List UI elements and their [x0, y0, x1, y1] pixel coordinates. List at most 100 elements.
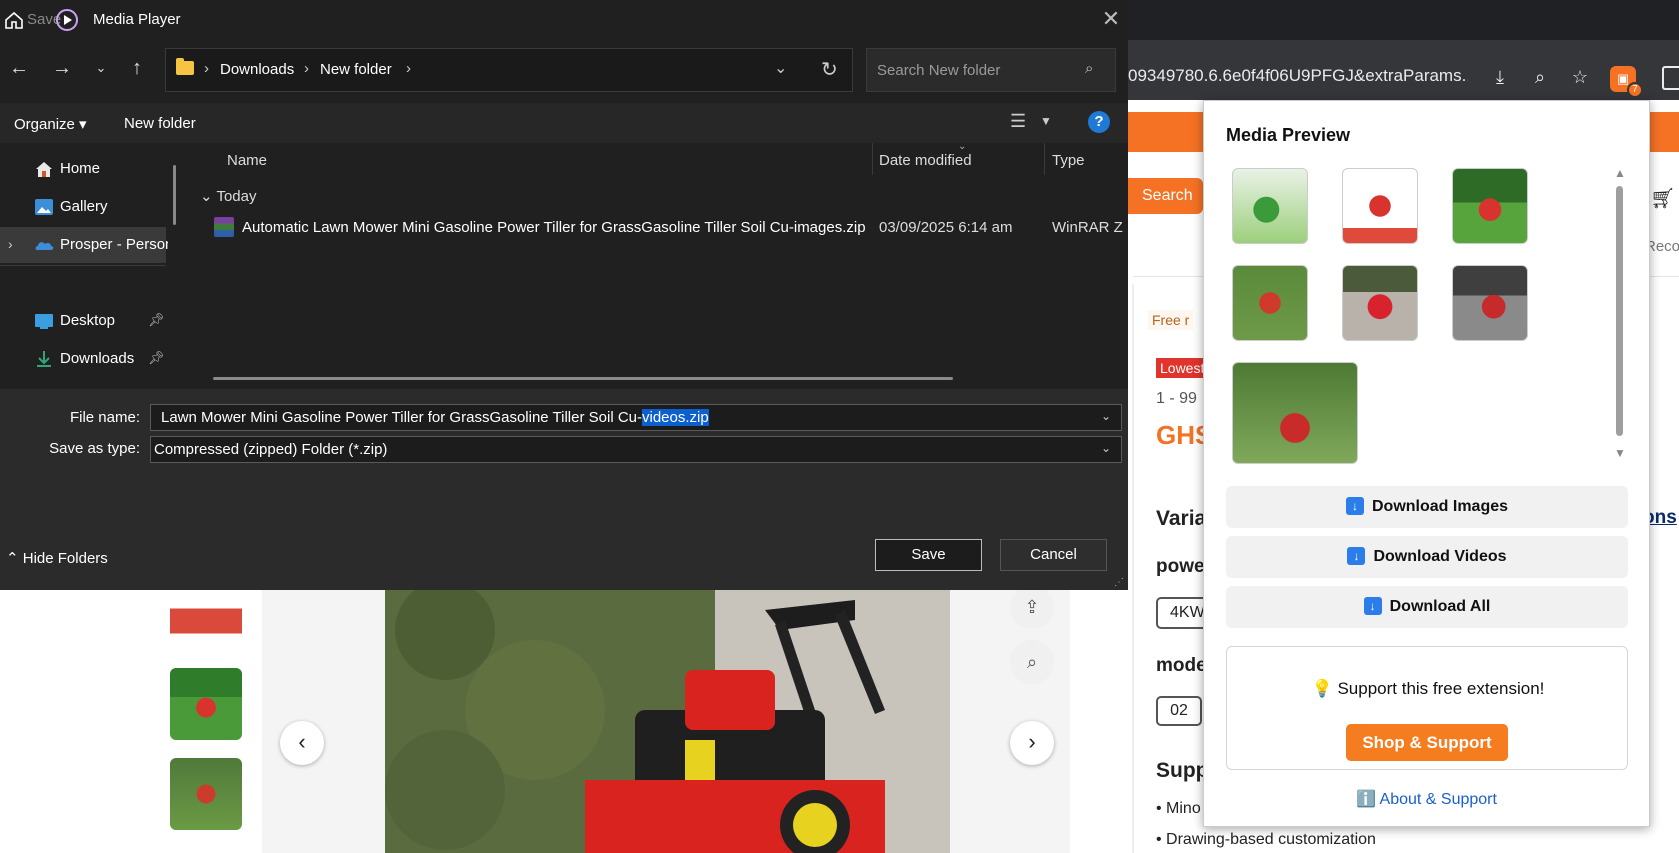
file-name: Automatic Lawn Mower Mini Gasoline Power…	[242, 219, 866, 236]
product-thumbnail[interactable]	[170, 758, 242, 830]
group-header-today[interactable]: ⌄ Today	[200, 187, 257, 205]
up-button[interactable]: ↑	[125, 56, 149, 80]
media-thumbnail[interactable]	[1342, 265, 1418, 341]
close-button[interactable]: ✕	[1098, 6, 1124, 32]
file-name-value: Lawn Mower Mini Gasoline Power Tiller fo…	[161, 409, 709, 426]
save-type-select[interactable]: Compressed (zipped) Folder (*.zip) ⌄	[150, 436, 1122, 463]
nav-item-gallery[interactable]: Gallery	[0, 189, 166, 225]
support-bullet: • Mino	[1156, 800, 1201, 817]
view-dropdown-icon[interactable]: ▼	[1040, 114, 1052, 128]
file-name-dropdown-icon[interactable]: ⌄	[1101, 409, 1111, 423]
column-type[interactable]: Type	[1052, 152, 1085, 169]
downloads-icon	[37, 351, 51, 367]
column-date-modified[interactable]: Date modified	[879, 152, 972, 169]
support-text: 💡 Support this free extension!	[1311, 679, 1545, 698]
download-arrow-icon: ↓	[1347, 547, 1366, 565]
address-bar-url[interactable]: 09349780.6.6e0f4f06U9PFGJ&extraParams...	[1128, 66, 1468, 86]
media-grid	[1232, 168, 1572, 468]
back-button[interactable]: ←	[7, 56, 31, 80]
download-arrow-icon: ↓	[1363, 597, 1382, 615]
new-folder-button[interactable]: New folder	[124, 115, 196, 132]
share-icon[interactable]: ⇪	[1010, 585, 1054, 629]
site-search-button[interactable]: Search	[1128, 178, 1203, 214]
breadcrumb-downloads[interactable]: Downloads	[220, 61, 294, 78]
media-thumbnail[interactable]	[1232, 265, 1308, 341]
download-icon[interactable]: ⤓	[1487, 64, 1513, 90]
horizontal-scrollbar[interactable]	[213, 377, 953, 380]
organize-menu[interactable]: Organize ▾	[14, 115, 87, 133]
media-thumbnail[interactable]	[1452, 168, 1528, 244]
expand-chevron-icon[interactable]: ›	[8, 236, 13, 252]
search-placeholder: Search New folder	[877, 62, 1001, 79]
column-divider[interactable]	[1044, 143, 1045, 175]
file-name-input[interactable]: Lawn Mower Mini Gasoline Power Tiller fo…	[150, 404, 1122, 431]
nav-item-home[interactable]: Home	[0, 151, 166, 187]
zoom-icon[interactable]: ⌕	[1527, 64, 1553, 90]
breadcrumb-separator-icon: ›	[304, 60, 309, 77]
view-icon[interactable]: ☰	[1010, 111, 1026, 132]
recent-locations-button[interactable]: ⌄	[89, 56, 113, 80]
save-type-dropdown-icon[interactable]: ⌄	[1101, 441, 1111, 455]
nav-item-desktop[interactable]: Desktop 📌︎	[0, 303, 166, 339]
media-thumbnail[interactable]	[1342, 168, 1418, 244]
image-next-button[interactable]: ›	[1010, 721, 1054, 765]
home-icon	[5, 11, 23, 29]
onedrive-icon	[35, 242, 54, 250]
search-icon[interactable]: ⌕	[1085, 60, 1093, 77]
popup-scrollbar[interactable]	[1616, 186, 1623, 436]
address-dropdown-icon[interactable]: ⌄	[774, 58, 787, 78]
dialog-footer: File name: Lawn Mower Mini Gasoline Powe…	[0, 389, 1128, 590]
navpane-scrollbar[interactable]	[173, 165, 176, 225]
image-search-icon[interactable]: ⌕	[1010, 640, 1054, 684]
save-type-label: Save as type:	[49, 440, 140, 457]
forward-button[interactable]: →	[50, 56, 74, 80]
nav-item-onedrive[interactable]: › Prosper - Person	[0, 227, 168, 263]
breadcrumb-new-folder[interactable]: New folder	[320, 61, 392, 78]
extension-badge: 7	[1627, 82, 1643, 98]
dialog-title: Media Player	[93, 11, 181, 28]
download-videos-label: Download Videos	[1373, 548, 1507, 565]
browser-tabstrip	[1128, 40, 1679, 50]
download-all-button[interactable]: ↓ Download All	[1226, 586, 1628, 628]
product-main-image[interactable]	[385, 590, 950, 853]
nav-item-downloads[interactable]: Downloads 📌︎	[0, 341, 166, 377]
cart-icon[interactable]: 🛒︎	[1650, 186, 1675, 211]
navigation-pane: Home Gallery › Prosper - Person Desktop …	[0, 143, 190, 389]
search-input[interactable]: Search New folder ⌕	[866, 48, 1116, 92]
media-thumbnail[interactable]	[1232, 168, 1308, 244]
bookmark-star-icon[interactable]: ☆	[1567, 64, 1593, 90]
model-option-02[interactable]: 02	[1156, 696, 1202, 726]
column-divider[interactable]	[872, 143, 873, 175]
download-arrow-icon: ↓	[1345, 497, 1364, 515]
extensions-icon[interactable]	[1662, 66, 1679, 90]
column-name[interactable]: Name	[227, 152, 267, 169]
product-thumbnail[interactable]	[170, 668, 242, 740]
lowest-price-badge: Lowest	[1156, 358, 1209, 378]
download-images-button[interactable]: ↓ Download Images	[1226, 486, 1628, 528]
video-thumbnail[interactable]	[1232, 362, 1358, 464]
download-videos-button[interactable]: ↓ Download Videos	[1226, 536, 1628, 578]
file-row[interactable]: Automatic Lawn Mower Mini Gasoline Power…	[190, 211, 1128, 245]
resize-grip-icon[interactable]: ⋰	[1114, 577, 1124, 588]
image-prev-button[interactable]: ‹	[280, 721, 324, 765]
breadcrumb-separator-icon[interactable]: ›	[406, 60, 411, 77]
download-images-label: Download Images	[1371, 498, 1509, 515]
help-button[interactable]: ?	[1088, 111, 1110, 133]
shop-support-button[interactable]: Shop & Support	[1346, 724, 1508, 761]
product-thumbnail[interactable]	[170, 590, 242, 652]
scroll-up-icon[interactable]: ▲	[1614, 166, 1626, 180]
scroll-down-icon[interactable]: ▼	[1614, 446, 1626, 460]
refresh-icon[interactable]: ↻	[821, 57, 838, 82]
media-thumbnail[interactable]	[1452, 265, 1528, 341]
about-support-link[interactable]: ℹ️ About & Support	[1204, 789, 1649, 809]
cancel-button[interactable]: Cancel	[1000, 539, 1107, 571]
address-bar[interactable]: › Downloads › New folder › ⌄ ↻	[165, 48, 853, 92]
model-heading: mode	[1156, 655, 1207, 676]
save-button[interactable]: Save	[875, 539, 982, 571]
sort-caret-icon: ⌄	[958, 141, 967, 152]
folder-icon	[176, 58, 194, 75]
variations-heading: Varia	[1156, 507, 1207, 530]
file-date: 03/09/2025 6:14 am	[879, 219, 1013, 236]
download-all-label: Download All	[1389, 598, 1491, 615]
hide-folders-toggle[interactable]: ⌃ Hide Folders	[6, 549, 108, 567]
